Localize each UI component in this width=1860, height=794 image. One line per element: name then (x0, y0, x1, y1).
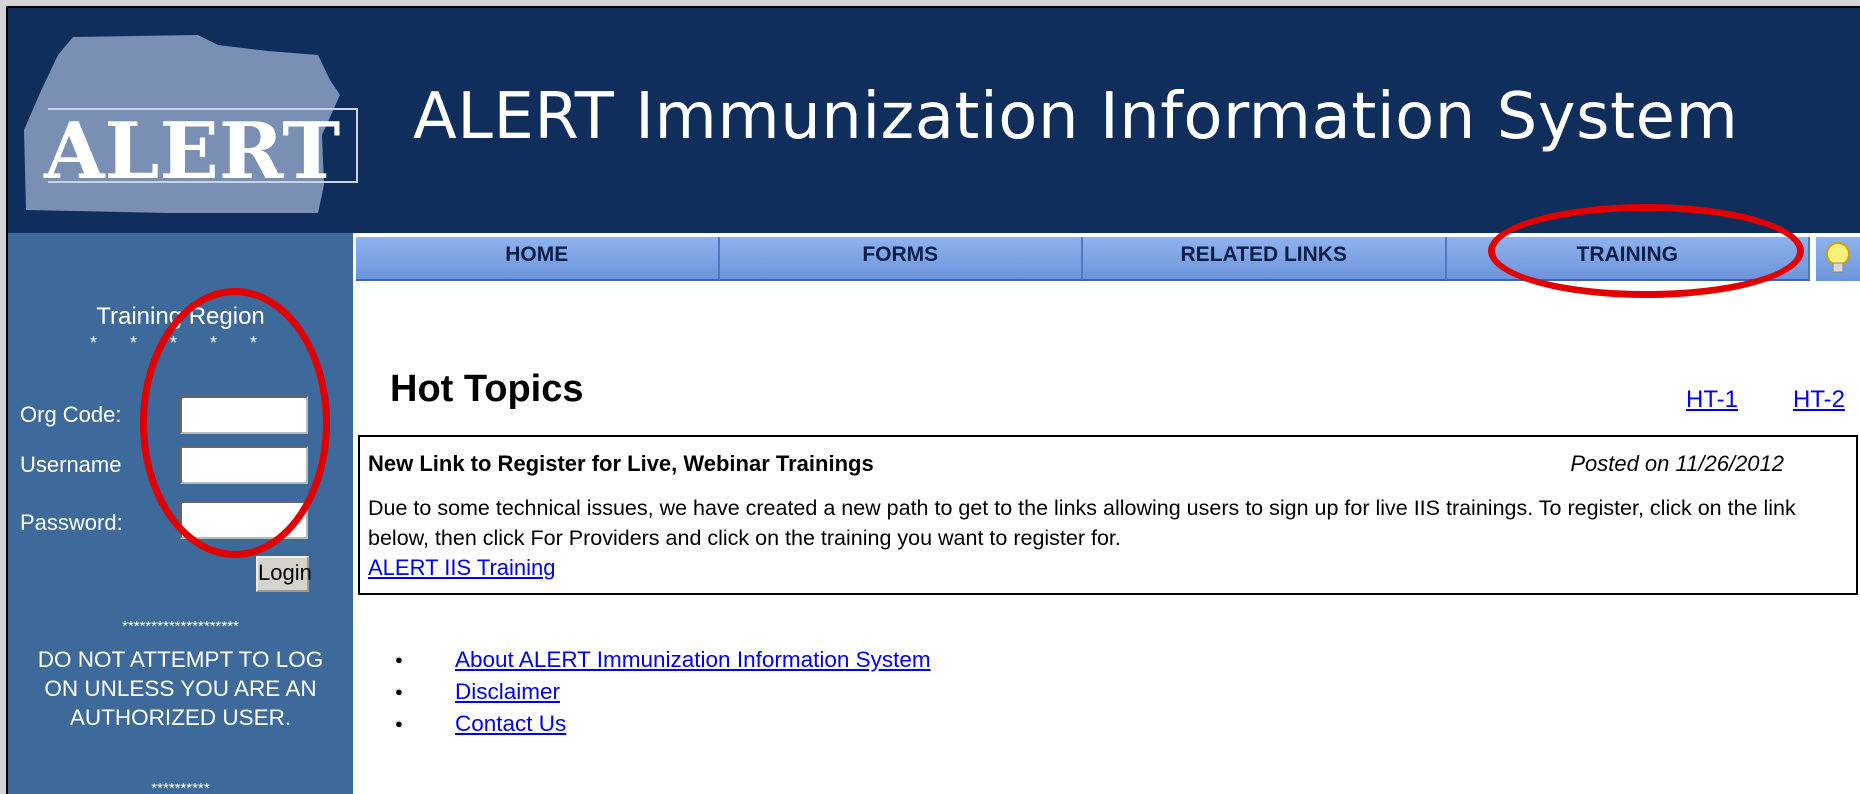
logo-text: ALERT (43, 106, 340, 197)
login-button[interactable]: Login (256, 556, 312, 592)
news-item: New Link to Register for Live, Webinar T… (358, 435, 1858, 595)
tab-forms[interactable]: FORMS (719, 237, 1083, 281)
lightbulb-icon (1826, 242, 1850, 273)
password-label: Password: (20, 510, 123, 535)
tab-related-links[interactable]: RELATED LINKS (1083, 237, 1447, 281)
site-title: ALERT Immunization Information System (413, 80, 1739, 154)
list-item: Disclaimer (395, 676, 931, 708)
contact-us-link[interactable]: Contact Us (455, 711, 566, 736)
warning-stars-top: ******************** (122, 618, 239, 635)
news-title: New Link to Register for Live, Webinar T… (368, 451, 874, 476)
annotation-circle-training (1488, 204, 1804, 298)
site-header: ALERT ALERT Immunization Information Sys… (8, 8, 1860, 233)
footer-links: About ALERT Immunization Information Sys… (395, 644, 931, 740)
annotation-circle-login (140, 288, 330, 558)
alert-iis-training-link[interactable]: ALERT IIS Training (368, 555, 556, 581)
news-body: Due to some technical issues, we have cr… (368, 496, 1796, 550)
ht-1-link[interactable]: HT-1 (1686, 386, 1738, 414)
disclaimer-link[interactable]: Disclaimer (455, 679, 560, 704)
tab-home[interactable]: HOME (356, 237, 720, 281)
news-date: Posted on 11/26/2012 (1570, 451, 1784, 476)
list-item: About ALERT Immunization Information Sys… (395, 644, 931, 676)
hot-topics-heading: Hot Topics (390, 368, 584, 410)
authorization-warning: DO NOT ATTEMPT TO LOG ON UNLESS YOU ARE … (37, 647, 324, 730)
warning-stars-bottom: ********** (151, 780, 210, 794)
logo-frame-line (356, 108, 358, 183)
hint-button[interactable] (1816, 237, 1860, 281)
ht-2-link[interactable]: HT-2 (1793, 386, 1845, 414)
page-frame: ALERT ALERT Immunization Information Sys… (6, 6, 1860, 794)
alert-logo: ALERT (24, 35, 358, 213)
list-item: Contact Us (395, 708, 931, 740)
org-code-label: Org Code: (20, 402, 122, 427)
about-link[interactable]: About ALERT Immunization Information Sys… (455, 647, 931, 672)
username-label: Username (20, 452, 122, 477)
